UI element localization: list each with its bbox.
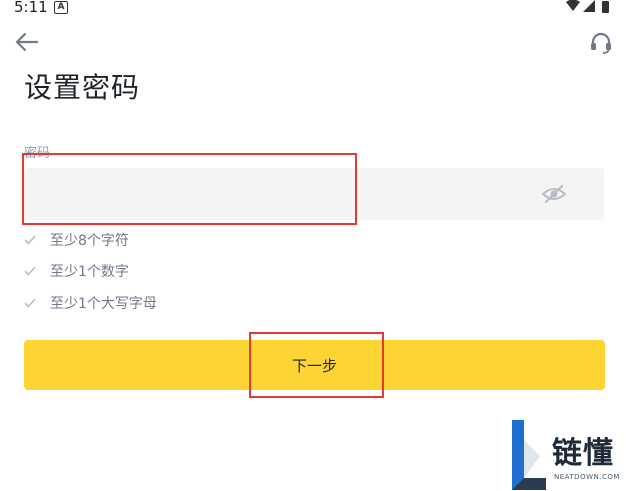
check-icon	[24, 266, 36, 276]
signal-icon	[583, 0, 595, 12]
next-button[interactable]: 下一步	[24, 340, 605, 390]
wifi-icon	[566, 0, 580, 11]
password-input[interactable]	[34, 168, 514, 220]
status-time: 5:11	[14, 0, 48, 16]
requirement-uppercase: 至少1个大写字母	[24, 293, 157, 313]
requirement-number: 至少1个数字	[24, 261, 129, 281]
password-field[interactable]	[24, 168, 604, 220]
notification-badge-icon: A	[54, 1, 68, 14]
watermark-text: 链懂	[552, 436, 614, 471]
requirement-label: 至少1个大写字母	[50, 296, 157, 312]
battery-icon	[602, 1, 609, 13]
requirement-label: 至少8个字符	[50, 233, 129, 249]
page-title: 设置密码	[24, 71, 141, 104]
watermark-subtext: NEATDOWN.COM	[554, 473, 620, 481]
check-icon	[24, 298, 36, 308]
check-icon	[24, 235, 36, 245]
requirement-label: 至少1个数字	[50, 264, 129, 280]
back-arrow-icon[interactable]	[14, 31, 40, 53]
watermark-logo	[512, 420, 546, 490]
password-label: 密码	[24, 146, 51, 161]
status-icons	[566, 0, 609, 13]
headset-icon[interactable]	[588, 30, 614, 56]
eye-off-icon[interactable]	[541, 182, 567, 206]
requirement-min-length: 至少8个字符	[24, 230, 129, 250]
